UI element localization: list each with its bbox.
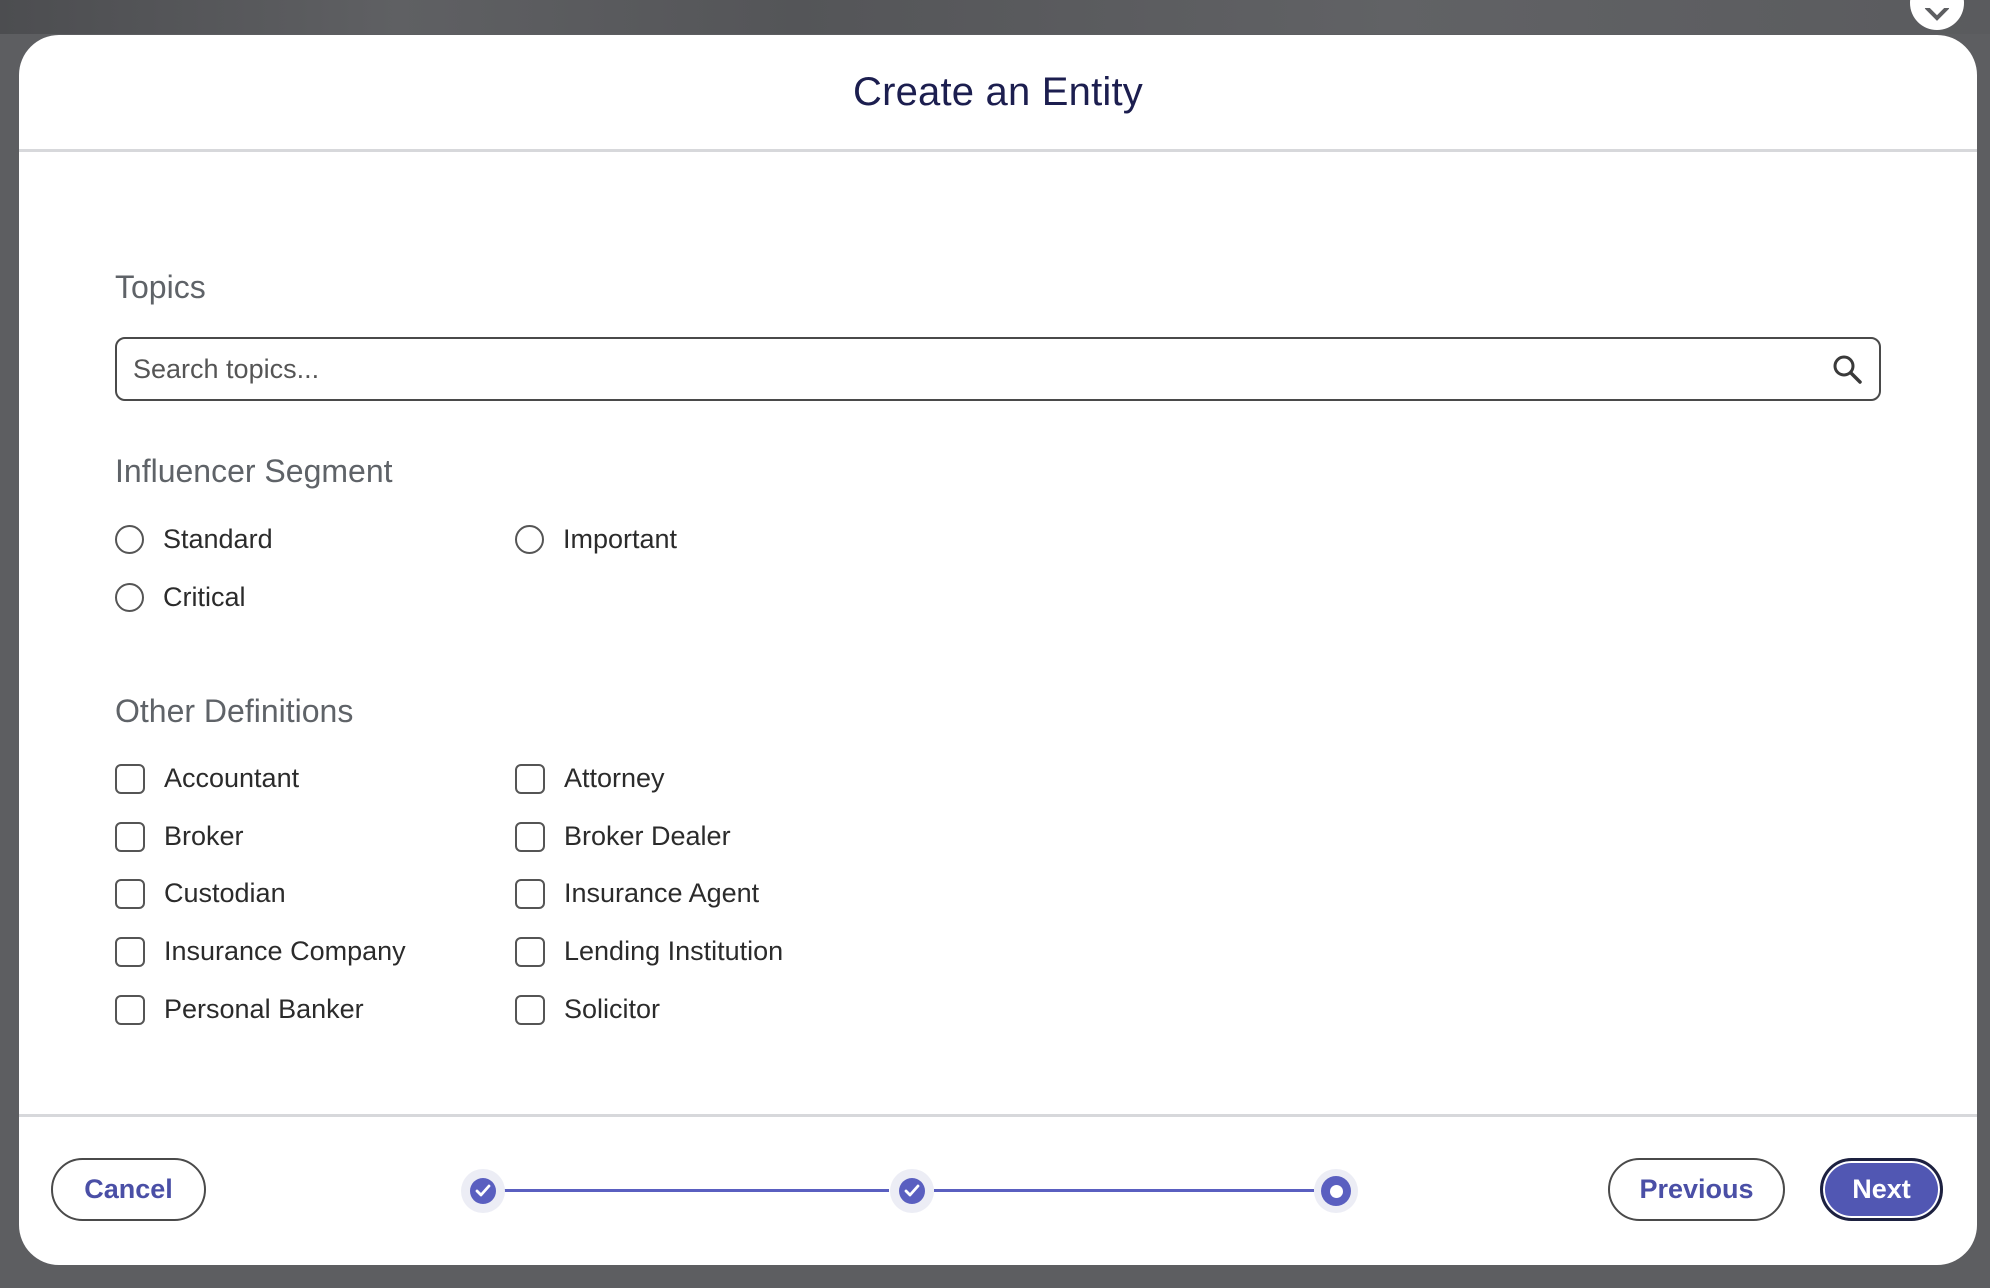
broker-label: Broker bbox=[164, 821, 244, 851]
segment-option-critical[interactable]: Critical bbox=[115, 582, 246, 613]
definition-option-broker[interactable]: Broker bbox=[115, 821, 244, 852]
stepper-connector-1 bbox=[504, 1189, 889, 1192]
important-label: Important bbox=[563, 524, 678, 554]
topics-section-title: Topics bbox=[115, 269, 206, 305]
definition-option-lending-institution[interactable]: Lending Institution bbox=[515, 936, 783, 967]
topics-search-input[interactable] bbox=[117, 339, 1829, 399]
current-step-dot bbox=[1329, 1184, 1343, 1198]
definition-option-solicitor[interactable]: Solicitor bbox=[515, 994, 660, 1025]
accountant-label: Accountant bbox=[164, 763, 300, 793]
modal-footer: Cancel Previous Next bbox=[19, 1117, 1977, 1265]
page-backdrop bbox=[0, 0, 1990, 34]
check-icon bbox=[475, 1184, 491, 1197]
lending-institution-checkbox[interactable] bbox=[515, 936, 545, 967]
other-definitions-title: Other Definitions bbox=[115, 693, 354, 729]
topics-search-box[interactable] bbox=[115, 337, 1881, 401]
standard-radio[interactable] bbox=[115, 525, 144, 554]
accountant-checkbox[interactable] bbox=[115, 763, 145, 794]
broker-checkbox[interactable] bbox=[115, 821, 145, 852]
segment-option-important[interactable]: Important bbox=[515, 524, 677, 555]
stepper-step-1 bbox=[461, 1169, 505, 1213]
insurance-company-checkbox[interactable] bbox=[115, 936, 145, 967]
definition-option-attorney[interactable]: Attorney bbox=[515, 763, 665, 794]
definition-option-broker-dealer[interactable]: Broker Dealer bbox=[515, 821, 731, 852]
check-icon bbox=[904, 1184, 920, 1197]
stepper-connector-2 bbox=[934, 1189, 1314, 1192]
critical-radio[interactable] bbox=[115, 583, 144, 612]
create-entity-modal: Create an Entity Topics Influencer Segme… bbox=[19, 35, 1977, 1265]
custodian-label: Custodian bbox=[164, 878, 286, 908]
insurance-company-label: Insurance Company bbox=[164, 936, 406, 966]
personal-banker-label: Personal Banker bbox=[164, 994, 364, 1024]
stepper-step-3 bbox=[1314, 1169, 1358, 1213]
attorney-label: Attorney bbox=[564, 763, 665, 793]
important-radio[interactable] bbox=[515, 525, 544, 554]
modal-header: Create an Entity bbox=[19, 35, 1977, 152]
definition-option-insurance-company[interactable]: Insurance Company bbox=[115, 936, 406, 967]
definition-option-custodian[interactable]: Custodian bbox=[115, 878, 286, 909]
next-button[interactable]: Next bbox=[1820, 1158, 1943, 1221]
definition-option-personal-banker[interactable]: Personal Banker bbox=[115, 994, 364, 1025]
insurance-agent-checkbox[interactable] bbox=[515, 878, 545, 909]
modal-title: Create an Entity bbox=[852, 69, 1144, 114]
definition-option-insurance-agent[interactable]: Insurance Agent bbox=[515, 878, 759, 909]
broker-dealer-label: Broker Dealer bbox=[564, 821, 731, 851]
search-icon[interactable] bbox=[1829, 351, 1865, 387]
broker-dealer-checkbox[interactable] bbox=[515, 821, 545, 852]
solicitor-checkbox[interactable] bbox=[515, 994, 545, 1025]
segment-option-standard[interactable]: Standard bbox=[115, 524, 273, 555]
cancel-button[interactable]: Cancel bbox=[51, 1158, 206, 1221]
previous-button[interactable]: Previous bbox=[1608, 1158, 1785, 1221]
close-icon bbox=[1925, 8, 1949, 21]
personal-banker-checkbox[interactable] bbox=[115, 994, 145, 1025]
insurance-agent-label: Insurance Agent bbox=[564, 878, 760, 908]
solicitor-label: Solicitor bbox=[564, 994, 661, 1024]
stepper-step-2 bbox=[890, 1169, 934, 1213]
definition-option-accountant[interactable]: Accountant bbox=[115, 763, 299, 794]
attorney-checkbox[interactable] bbox=[515, 763, 545, 794]
lending-institution-label: Lending Institution bbox=[564, 936, 784, 966]
influencer-segment-title: Influencer Segment bbox=[115, 453, 393, 489]
custodian-checkbox[interactable] bbox=[115, 878, 145, 909]
standard-label: Standard bbox=[163, 524, 273, 554]
modal-body: Topics Influencer Segment Standard Impor… bbox=[19, 152, 1977, 1117]
critical-label: Critical bbox=[163, 582, 246, 612]
